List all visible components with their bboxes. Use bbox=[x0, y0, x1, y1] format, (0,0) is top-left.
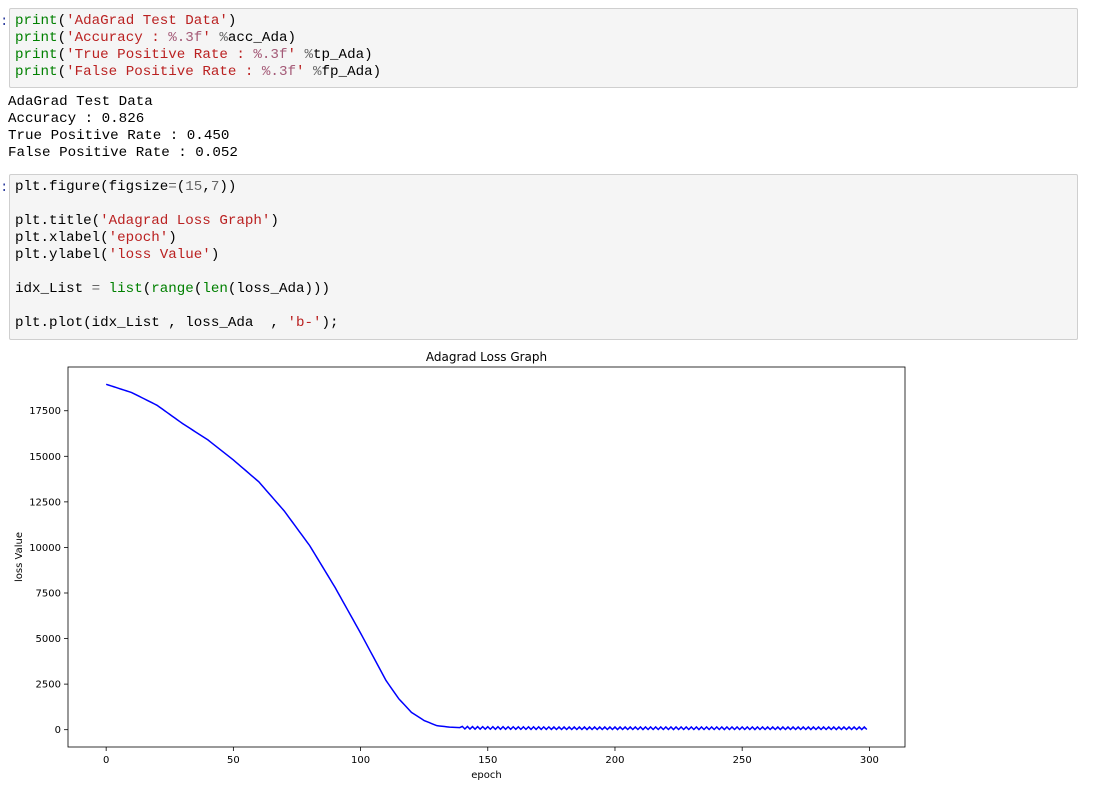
code-token: ( bbox=[176, 179, 186, 195]
code-token: ( bbox=[57, 30, 67, 46]
cell-prompt-marker: : bbox=[0, 180, 9, 196]
y-tick-label: 5000 bbox=[36, 634, 61, 645]
code-token: 'Accuracy : bbox=[66, 30, 169, 46]
code-token: 'False Positive Rate : bbox=[66, 64, 262, 80]
y-tick-label: 7500 bbox=[36, 588, 61, 599]
code-editor[interactable]: plt.figure(figsize=(15,7)) plt.title('Ada… bbox=[15, 179, 1077, 332]
plot-output: Adagrad Loss Graph 0 50 100 150 200 250 300 0 250… bbox=[0, 345, 910, 785]
y-tick-label: 15000 bbox=[29, 452, 61, 463]
code-line: print('AdaGrad Test Data') bbox=[15, 13, 1077, 30]
code-token: tp_Ada) bbox=[313, 47, 373, 63]
code-token: print bbox=[15, 30, 58, 46]
code-token: = bbox=[91, 281, 101, 297]
chart-title: Adagrad Loss Graph bbox=[426, 350, 547, 364]
x-tick-label: 100 bbox=[351, 755, 370, 766]
output-line-fpr: False Positive Rate : 0.052 bbox=[8, 145, 238, 161]
code-line: print('False Positive Rate : %.3f' %fp_A… bbox=[15, 64, 1077, 81]
code-cell-2[interactable]: plt.figure(figsize=(15,7)) plt.title('Ada… bbox=[9, 174, 1078, 340]
y-tick-label: 10000 bbox=[29, 543, 61, 554]
code-token: idx_List bbox=[15, 281, 92, 297]
code-token: fp_Ada) bbox=[321, 64, 382, 80]
code-token: ) bbox=[270, 213, 279, 229]
cell-prompt-marker: : bbox=[0, 14, 9, 30]
code-line: plt.title('Adagrad Loss Graph') bbox=[15, 213, 1077, 230]
code-token: 'epoch' bbox=[108, 230, 169, 246]
code-token: ( bbox=[57, 64, 67, 80]
code-token: 'Adagrad Loss Graph' bbox=[100, 213, 271, 229]
code-token: plt.ylabel( bbox=[15, 247, 109, 263]
code-editor[interactable]: print('AdaGrad Test Data') print('Accurac… bbox=[15, 13, 1077, 81]
code-token: ' bbox=[287, 47, 296, 63]
x-tick-label: 150 bbox=[478, 755, 497, 766]
code-token: plt.title( bbox=[15, 213, 101, 229]
code-token: list bbox=[108, 281, 143, 297]
code-token: 'AdaGrad Test Data' bbox=[66, 13, 228, 29]
code-token: %.3f bbox=[253, 47, 288, 63]
code-token: (loss_Ada))) bbox=[227, 281, 331, 297]
code-cell-1[interactable]: print('AdaGrad Test Data') print('Accurac… bbox=[9, 8, 1078, 88]
cell-output-1: AdaGrad Test Data Accuracy : 0.826 True … bbox=[8, 94, 238, 162]
x-tick-label: 300 bbox=[860, 755, 879, 766]
code-line: print('True Positive Rate : %.3f' %tp_Ad… bbox=[15, 47, 1077, 64]
code-token: 15 bbox=[185, 179, 203, 195]
code-token: ( bbox=[142, 281, 152, 297]
code-token: print bbox=[15, 64, 58, 80]
code-token: ) bbox=[210, 247, 220, 263]
code-token: print bbox=[15, 13, 58, 29]
code-line: idx_List = list(range(len(loss_Ada))) bbox=[15, 281, 1077, 298]
code-token: ( bbox=[57, 47, 67, 63]
code-token: 'True Positive Rate : bbox=[66, 47, 254, 63]
x-tick-label: 250 bbox=[733, 755, 752, 766]
code-token: % bbox=[304, 47, 314, 63]
code-token: plt.xlabel( bbox=[15, 230, 109, 246]
code-token: %.3f bbox=[261, 64, 296, 80]
code-token: = bbox=[168, 179, 177, 195]
y-tick-label: 17500 bbox=[29, 406, 61, 417]
plot-frame bbox=[67, 366, 906, 748]
x-tick-label: 50 bbox=[227, 755, 240, 766]
x-tick-label: 0 bbox=[103, 755, 109, 766]
output-line-tpr: True Positive Rate : 0.450 bbox=[8, 128, 230, 144]
code-token: ' bbox=[202, 30, 211, 46]
code-token: print bbox=[15, 47, 58, 63]
code-token: 'b-' bbox=[287, 315, 322, 331]
code-token: )) bbox=[219, 179, 237, 195]
output-line-accuracy: Accuracy : 0.826 bbox=[8, 111, 145, 127]
code-token: acc_Ada) bbox=[227, 30, 296, 46]
code-line: plt.ylabel('loss Value') bbox=[15, 247, 1077, 264]
code-token: plt.figure(figsize bbox=[15, 179, 169, 195]
code-token: len bbox=[202, 281, 228, 297]
x-tick-label: 200 bbox=[605, 755, 624, 766]
code-line: plt.plot(idx_List , loss_Ada , 'b-'); bbox=[15, 315, 1077, 332]
code-line: plt.xlabel('epoch') bbox=[15, 230, 1077, 247]
code-token: ( bbox=[57, 13, 67, 29]
loss-chart: Adagrad Loss Graph 0 50 100 150 200 250 300 0 250… bbox=[14, 350, 906, 781]
x-axis-label: epoch bbox=[471, 770, 501, 781]
code-token: ) bbox=[227, 13, 237, 29]
code-token: range bbox=[151, 281, 194, 297]
output-line-title: AdaGrad Test Data bbox=[8, 94, 153, 110]
y-axis-label: loss Value bbox=[14, 532, 25, 582]
code-token: ) bbox=[168, 230, 177, 246]
code-line: plt.figure(figsize=(15,7)) bbox=[15, 179, 1077, 196]
code-line: print('Accuracy : %.3f' %acc_Ada) bbox=[15, 30, 1077, 47]
code-token: plt.plot(idx_List , loss_Ada , bbox=[15, 315, 288, 331]
code-token: %.3f bbox=[168, 30, 203, 46]
y-tick-label: 2500 bbox=[36, 680, 61, 691]
y-tick-label: 12500 bbox=[29, 497, 61, 508]
code-token: , bbox=[202, 179, 211, 195]
code-token: ); bbox=[321, 315, 339, 331]
loss-series-line bbox=[105, 383, 868, 731]
code-token: % bbox=[313, 64, 322, 80]
code-token: % bbox=[219, 30, 228, 46]
code-token: ' bbox=[295, 64, 305, 80]
code-token: 'loss Value' bbox=[108, 247, 211, 263]
y-tick-label: 0 bbox=[55, 725, 61, 736]
